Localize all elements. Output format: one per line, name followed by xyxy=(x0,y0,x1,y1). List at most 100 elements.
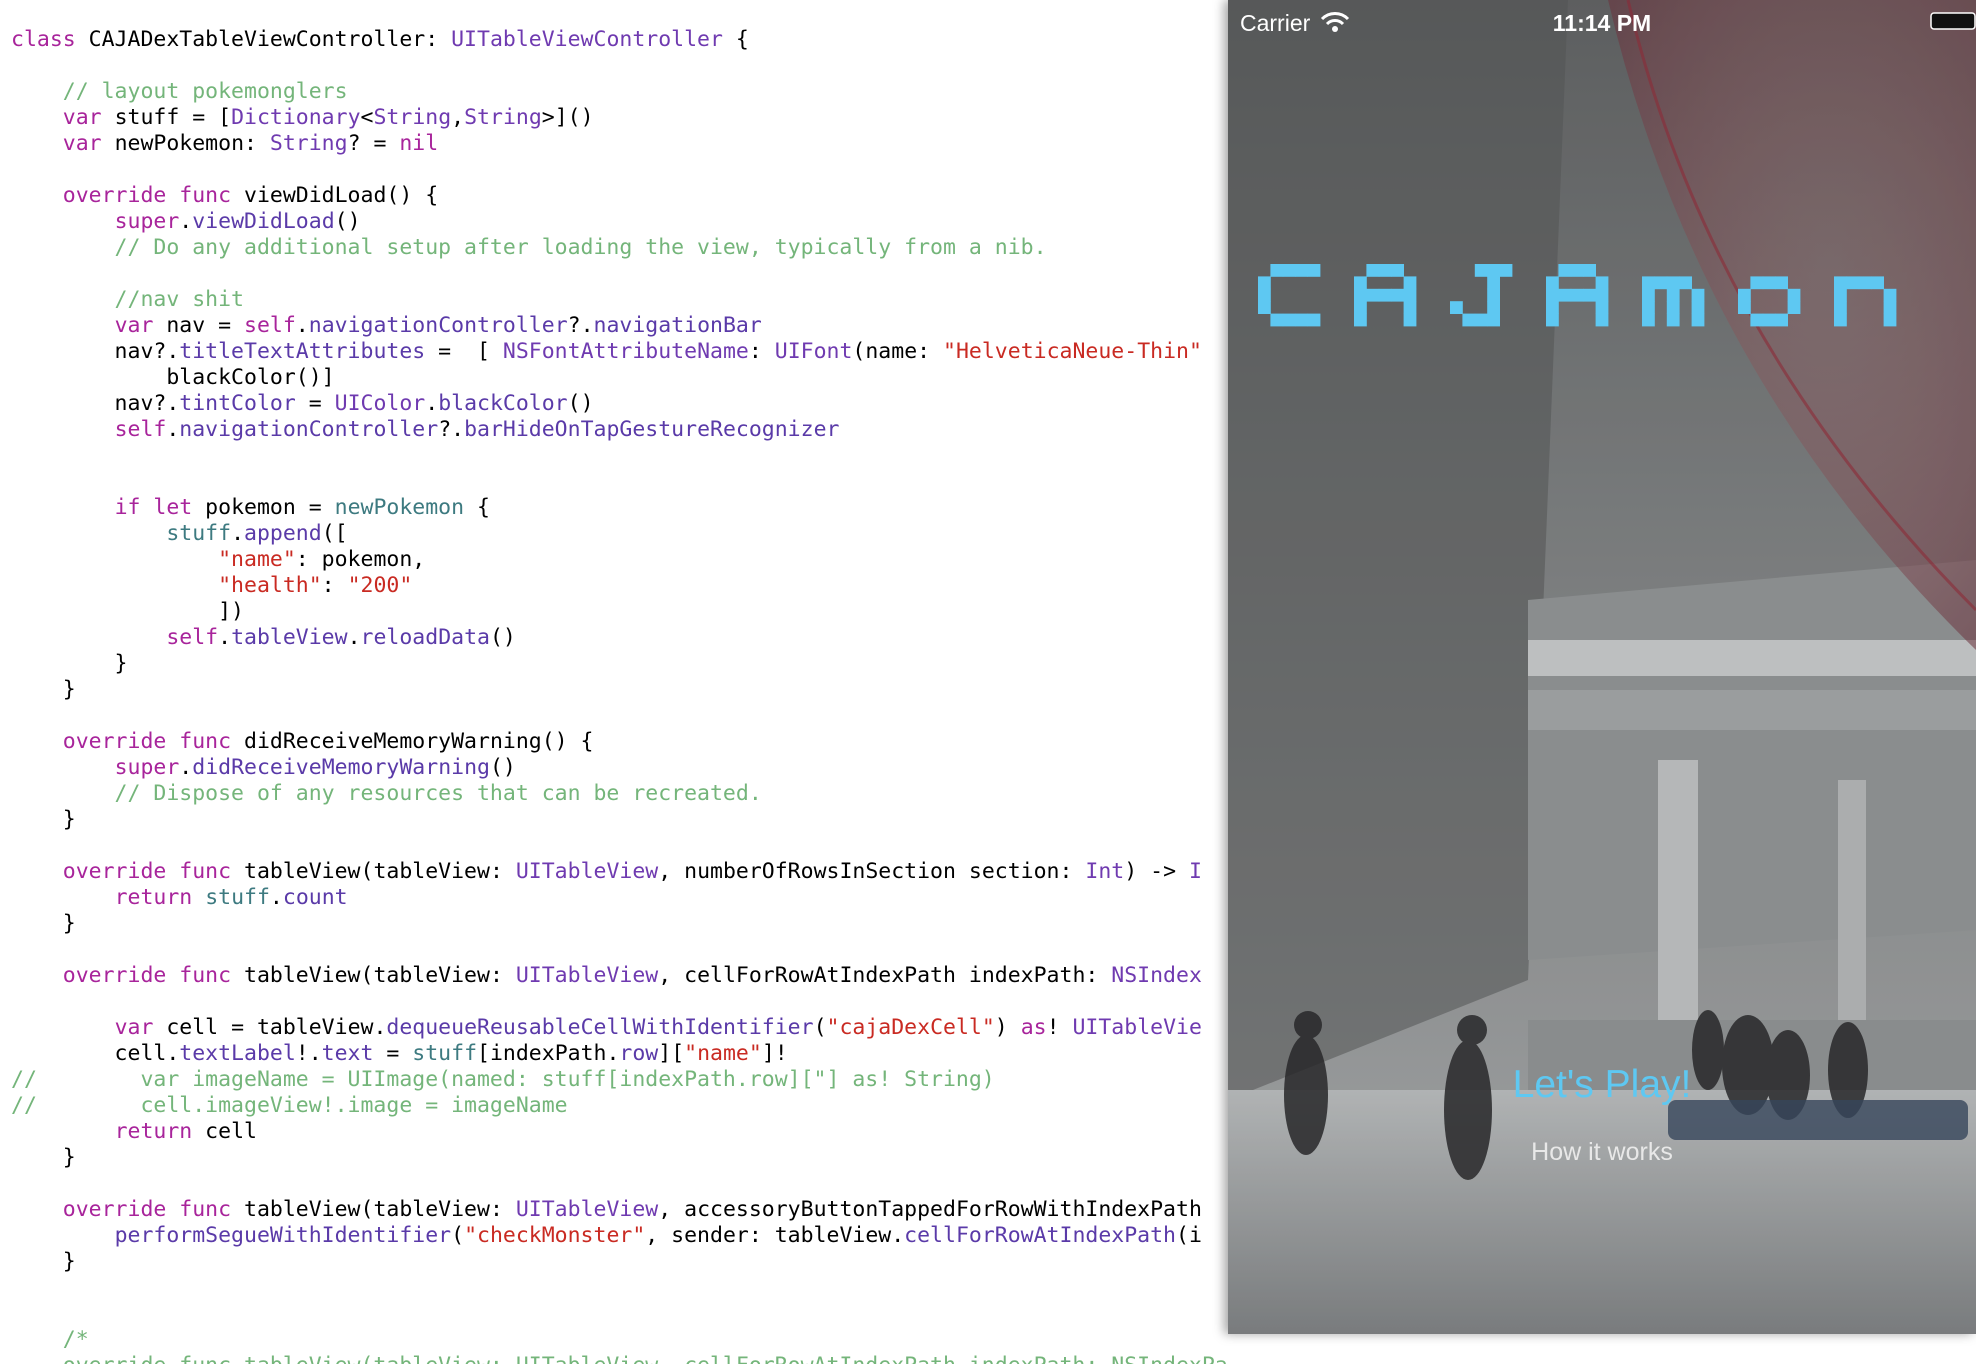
code-token: override func xyxy=(62,1197,232,1222)
code-token: (name: xyxy=(852,339,944,364)
code-token: { xyxy=(464,495,490,520)
code-token: viewDidLoad xyxy=(192,209,335,234)
code-token: ?. xyxy=(567,313,594,338)
code-token: } xyxy=(11,911,76,936)
code-line: cell.textLabel!.text = stuff[indexPath.r… xyxy=(11,1041,1228,1067)
code-line: } xyxy=(11,911,1228,937)
code-token: >]() xyxy=(541,105,594,130)
code-token: UITableViewController xyxy=(451,27,723,52)
code-line: var cell = tableView.dequeueReusableCell… xyxy=(11,1015,1228,1041)
code-token: UITableView xyxy=(515,963,659,988)
logo-letter xyxy=(1546,264,1609,327)
code-token: /* xyxy=(11,1327,89,1352)
code-token: didReceiveMemoryWarning xyxy=(192,755,490,780)
code-token: super xyxy=(114,755,180,780)
code-line: override func tableView(tableView: UITab… xyxy=(11,859,1228,885)
code-line: // cell.imageView!.image = imageName xyxy=(11,1093,1228,1119)
code-token: . xyxy=(425,391,439,416)
battery-icon xyxy=(1930,12,1976,30)
code-token: performSegueWithIdentifier xyxy=(114,1223,452,1248)
code-token: class xyxy=(11,27,89,52)
code-token: (i xyxy=(1176,1223,1202,1248)
code-line: class CAJADexTableViewController: UITabl… xyxy=(11,27,1228,53)
status-time: 11:14 PM xyxy=(1552,10,1652,36)
code-token: //nav shit xyxy=(11,287,244,312)
how-it-works-button[interactable]: How it works xyxy=(1228,1138,1976,1167)
code-line: stuff.append([ xyxy=(11,521,1228,547)
code-token: !. xyxy=(295,1041,322,1066)
code-token: NSFontAttributeName xyxy=(502,339,749,364)
code-line: super.viewDidLoad() xyxy=(11,209,1228,235)
code-token: [indexPath. xyxy=(477,1041,620,1066)
code-token: ]) xyxy=(11,599,244,624)
logo-letter xyxy=(1642,276,1705,327)
logo-letter xyxy=(1738,276,1801,327)
code-line: } xyxy=(11,807,1228,833)
code-line: "health": "200" xyxy=(11,573,1228,599)
code-token: cell. xyxy=(11,1041,180,1066)
code-token: String xyxy=(269,131,348,156)
code-token: . xyxy=(295,313,309,338)
code-token: () xyxy=(567,391,594,416)
code-token: self xyxy=(166,625,219,650)
code-line: // Do any additional setup after loading… xyxy=(11,235,1228,261)
code-line: } xyxy=(11,1249,1228,1275)
code-token: didReceiveMemoryWarning() { xyxy=(231,729,594,754)
lets-play-button[interactable]: Let's Play! xyxy=(1228,1063,1976,1107)
code-token: stuff = [ xyxy=(101,105,232,130)
code-token: blackColor xyxy=(438,391,568,416)
code-token: : xyxy=(748,339,775,364)
code-token: tableView xyxy=(231,625,348,650)
code-token: nav?. xyxy=(11,391,180,416)
code-token: , sender: tableView. xyxy=(645,1223,905,1248)
code-token: return xyxy=(114,885,193,910)
code-token: textLabel xyxy=(179,1041,296,1066)
code-token: override func xyxy=(62,729,232,754)
code-token: () xyxy=(489,755,516,780)
source-code[interactable]: class CAJADexTableViewController: UITabl… xyxy=(11,27,1228,1364)
code-token: override func xyxy=(62,183,232,208)
code-token: override func xyxy=(62,963,232,988)
code-token: . xyxy=(231,521,245,546)
code-token: dequeueReusableCellWithIdentifier xyxy=(386,1015,814,1040)
code-token: cell = tableView. xyxy=(153,1015,387,1040)
code-token: CAJADexTableViewController: xyxy=(88,27,452,52)
code-token: "name" xyxy=(684,1041,762,1066)
ios-simulator-screen[interactable]: Carrier 11:14 PM Let's Play! How it work… xyxy=(1228,0,1976,1334)
code-token: newPokemon xyxy=(334,495,465,520)
code-token: : pokemon, xyxy=(295,547,426,572)
code-token: ! xyxy=(1046,1015,1073,1040)
code-token: , cellForRowAtIndexPath indexPath: xyxy=(658,963,1112,988)
code-line: var nav = self.navigationController?.nav… xyxy=(11,313,1228,339)
code-token: NSIndex xyxy=(1111,963,1202,988)
code-token: newPokemon: xyxy=(101,131,270,156)
code-token: ) -> xyxy=(1124,859,1189,884)
code-line: // Dispose of any resources that can be … xyxy=(11,781,1228,807)
app-logo xyxy=(1258,264,1897,327)
code-token: barHideOnTapGestureRecognizer xyxy=(464,417,840,442)
logo-letter xyxy=(1258,264,1321,327)
code-token: ?. xyxy=(438,417,465,442)
code-line: override func didReceiveMemoryWarning() … xyxy=(11,729,1228,755)
code-token: // var imageName = UIImage(named: stuff[… xyxy=(11,1067,995,1092)
code-token: var xyxy=(62,105,102,130)
code-editor[interactable]: class CAJADexTableViewController: UITabl… xyxy=(0,0,1228,1364)
code-line: override func viewDidLoad() { xyxy=(11,183,1228,209)
code-token: if let xyxy=(114,495,193,520)
code-token: , xyxy=(451,105,465,130)
code-line: /* xyxy=(11,1327,1228,1353)
code-line: super.didReceiveMemoryWarning() xyxy=(11,755,1228,781)
code-token: { xyxy=(722,27,749,52)
code-token: var xyxy=(114,1015,154,1040)
code-token: override func tableView(tableView: UITab… xyxy=(11,1353,1228,1364)
